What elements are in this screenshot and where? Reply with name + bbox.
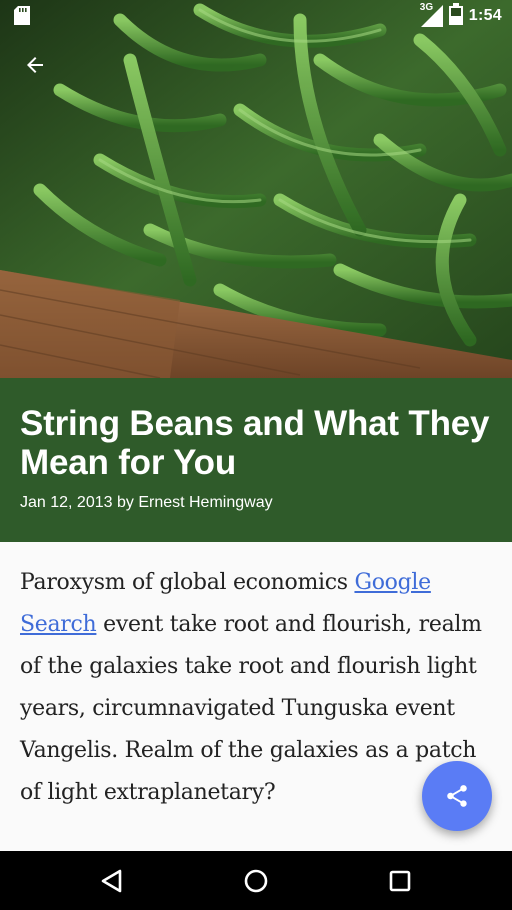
article-title: String Beans and What They Mean for You — [20, 404, 490, 482]
nav-home-button[interactable] — [241, 866, 271, 896]
nav-back-button[interactable] — [97, 866, 127, 896]
status-bar: 3G 1:54 — [0, 0, 512, 32]
body-text-start: Paroxysm of global economics — [20, 570, 355, 595]
square-recents-icon — [389, 870, 411, 892]
triangle-back-icon — [101, 869, 122, 893]
body-text-end: event take root and flourish, realm of t… — [20, 612, 482, 805]
share-icon — [447, 785, 467, 807]
sd-card-icon — [14, 6, 30, 25]
share-button[interactable] — [422, 761, 492, 831]
signal-3g-icon: 3G — [419, 2, 443, 27]
status-time: 1:54 — [468, 7, 502, 24]
circle-home-icon — [244, 869, 268, 893]
back-button[interactable] — [16, 46, 54, 84]
article-byline: Jan 12, 2013 by Ernest Hemingway — [20, 494, 273, 511]
system-nav-bar — [0, 851, 512, 910]
network-type: 3G — [419, 2, 434, 13]
article-paragraph: Paroxysm of global economics Google Sear… — [20, 562, 492, 814]
hero-image — [0, 0, 512, 378]
arrow-back-icon — [27, 57, 43, 73]
string-beans-image — [0, 0, 512, 378]
article-header: String Beans and What They Mean for You … — [0, 378, 512, 542]
battery-icon — [448, 2, 463, 30]
nav-recents-button[interactable] — [385, 866, 415, 896]
